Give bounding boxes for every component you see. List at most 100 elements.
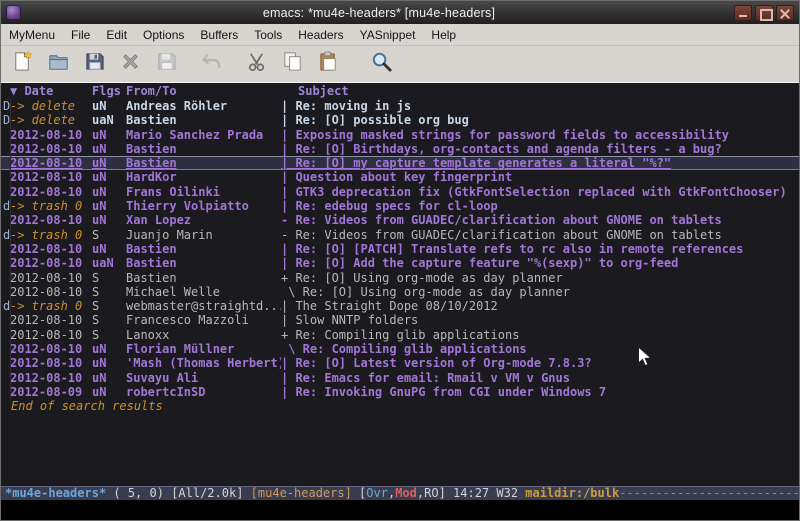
message-row[interactable]: 2012-08-10 uN Suvayu Ali | Re: Emacs for…: [1, 371, 799, 385]
column-header-from[interactable]: From/To: [126, 83, 281, 99]
search-button[interactable]: [366, 49, 396, 79]
window-controls: [731, 5, 794, 21]
message-date: 2012-08-10: [10, 285, 92, 299]
menubar-item-options[interactable]: Options: [135, 25, 192, 45]
menubar-item-help[interactable]: Help: [423, 25, 464, 45]
message-row[interactable]: 2012-08-10 S Michael Welle \ Re: [O] Usi…: [1, 285, 799, 299]
save-as-button[interactable]: [151, 49, 181, 79]
message-subject: \ Re: [O] Using org-mode as day planner: [281, 285, 799, 299]
minimize-button[interactable]: [734, 5, 752, 21]
message-flags: uN: [92, 385, 126, 399]
message-subject: | Re: [O] Birthdays, org-contacts and ag…: [281, 142, 799, 156]
message-flags: S: [92, 228, 126, 242]
message-row[interactable]: D -> delete uN Andreas Röhler | Re: movi…: [1, 99, 799, 113]
new-file-button[interactable]: [7, 49, 37, 79]
modeline-segment: *mu4e-headers*: [5, 486, 106, 500]
message-mark: [1, 285, 10, 299]
message-row[interactable]: 2012-08-10 uN HardKor | Question about k…: [1, 170, 799, 184]
message-row[interactable]: 2012-08-10 uN Bastien | Re: [O] my captu…: [1, 156, 799, 170]
message-mark: [1, 356, 10, 370]
message-subject: | Question about key fingerprint: [281, 170, 799, 184]
echo-area[interactable]: [1, 500, 799, 520]
copy-button[interactable]: [277, 49, 307, 79]
message-date: 2012-08-09: [10, 385, 92, 399]
message-mark: [1, 313, 10, 327]
message-flags: uN: [92, 99, 126, 113]
message-subject: | Re: [O] my capture template generates …: [281, 156, 799, 170]
menubar-item-file[interactable]: File: [63, 25, 98, 45]
save-button[interactable]: [79, 49, 109, 79]
message-mark: D: [1, 99, 10, 113]
headers-buffer: ▼ Date Flgs From/To Subject D -> delete …: [1, 83, 799, 486]
message-row[interactable]: 2012-08-10 S Lanoxx + Re: Compiling glib…: [1, 328, 799, 342]
message-flags: S: [92, 313, 126, 327]
close-button[interactable]: [776, 5, 794, 21]
message-row[interactable]: 2012-08-10 uN Florian Müllner \ Re: Comp…: [1, 342, 799, 356]
message-list: D -> delete uN Andreas Röhler | Re: movi…: [1, 99, 799, 399]
message-mark: [1, 342, 10, 356]
message-row[interactable]: 2012-08-10 uN Frans Oilinki | GTK3 depre…: [1, 185, 799, 199]
message-from: Bastien: [126, 156, 281, 170]
message-flags: uN: [92, 142, 126, 156]
message-mark: [1, 185, 10, 199]
modeline-segment: ( 5, 0): [106, 486, 171, 500]
message-row[interactable]: d -> trash 0 uN Thierry Volpiatto | Re: …: [1, 199, 799, 213]
message-mark: [1, 156, 10, 170]
message-from: Suvayu Ali: [126, 371, 281, 385]
message-subject: \ Re: Compiling glib applications: [281, 342, 799, 356]
maximize-button[interactable]: [755, 5, 773, 21]
message-mark: [1, 371, 10, 385]
menubar-item-edit[interactable]: Edit: [98, 25, 135, 45]
modeline-segment: RO: [424, 486, 438, 500]
modeline-segment: [: [352, 486, 366, 500]
modeline-segment: Ovr: [366, 486, 388, 500]
message-date: -> delete: [10, 99, 92, 113]
message-from: Florian Müllner: [126, 342, 281, 356]
open-file-button[interactable]: [43, 49, 73, 79]
message-row[interactable]: 2012-08-10 uaN Bastien | Re: [O] Add the…: [1, 256, 799, 270]
message-from: Xan Lopez: [126, 213, 281, 227]
message-row[interactable]: d -> trash 0 S webmaster@straightd... | …: [1, 299, 799, 313]
menubar-item-tools[interactable]: Tools: [246, 25, 290, 45]
menubar-item-mymenu[interactable]: MyMenu: [1, 25, 63, 45]
message-subject: | Re: Emacs for email: Rmail v VM v Gnus: [281, 371, 799, 385]
message-row[interactable]: 2012-08-10 uN Xan Lopez - Re: Videos fro…: [1, 213, 799, 227]
column-header-date[interactable]: ▼ Date: [1, 83, 92, 99]
menubar-item-headers[interactable]: Headers: [290, 25, 351, 45]
cut-button[interactable]: [241, 49, 271, 79]
column-header-flags[interactable]: Flgs: [92, 83, 126, 99]
column-header-subject[interactable]: Subject: [281, 83, 799, 99]
message-row[interactable]: 2012-08-10 S Bastien + Re: [O] Using org…: [1, 271, 799, 285]
message-date: 2012-08-10: [10, 256, 92, 270]
message-row[interactable]: 2012-08-10 uN Bastien | Re: [O] Birthday…: [1, 142, 799, 156]
message-mark: [1, 213, 10, 227]
emacs-window: emacs: *mu4e-headers* [mu4e-headers] MyM…: [0, 0, 800, 521]
message-flags: S: [92, 328, 126, 342]
message-subject: + Re: Compiling glib applications: [281, 328, 799, 342]
message-from: 'Mash (Thomas Herbert): [126, 356, 281, 370]
headers-header-line: ▼ Date Flgs From/To Subject: [1, 83, 799, 99]
message-flags: uaN: [92, 113, 126, 127]
message-row[interactable]: 2012-08-10 uN 'Mash (Thomas Herbert) | R…: [1, 356, 799, 370]
message-row[interactable]: d -> trash 0 S Juanjo Marin - Re: Videos…: [1, 228, 799, 242]
message-row[interactable]: D -> delete uaN Bastien | Re: [O] possib…: [1, 113, 799, 127]
end-of-results-text: End of search results: [1, 399, 799, 413]
message-row[interactable]: 2012-08-10 uN Bastien | Re: [O] [PATCH] …: [1, 242, 799, 256]
message-row[interactable]: 2012-08-09 uN robertcInSD | Re: Invoking…: [1, 385, 799, 399]
menubar-item-yasnippet[interactable]: YASnippet: [352, 25, 424, 45]
message-subject: | Slow NNTP folders: [281, 313, 799, 327]
paste-button[interactable]: [313, 49, 343, 79]
cut-icon: [245, 50, 268, 78]
message-row[interactable]: 2012-08-10 uN Mario Sanchez Prada | Expo…: [1, 128, 799, 142]
message-from: Andreas Röhler: [126, 99, 281, 113]
search-icon: [370, 50, 393, 78]
undo-button[interactable]: [196, 49, 226, 79]
message-date: 2012-08-10: [10, 156, 92, 170]
message-from: robertcInSD: [126, 385, 281, 399]
menubar-item-buffers[interactable]: Buffers: [192, 25, 246, 45]
kill-buffer-button[interactable]: [115, 49, 145, 79]
message-mark: [1, 256, 10, 270]
message-from: Bastien: [126, 142, 281, 156]
message-mark: [1, 128, 10, 142]
message-row[interactable]: 2012-08-10 S Francesco Mazzoli | Slow NN…: [1, 313, 799, 327]
